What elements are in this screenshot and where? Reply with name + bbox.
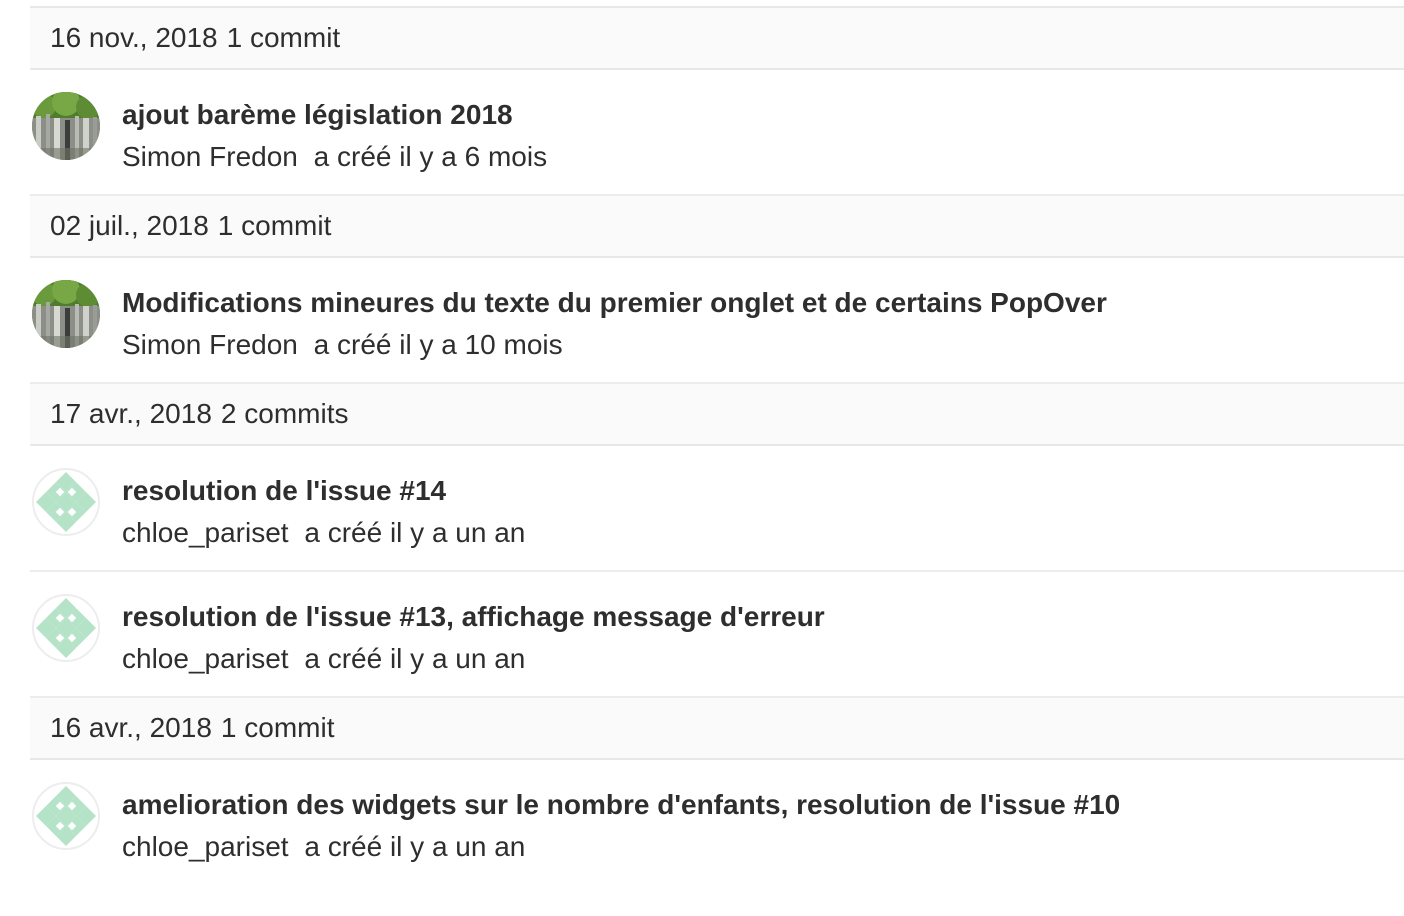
avatar[interactable] — [32, 468, 100, 536]
identicon-icon — [34, 596, 98, 660]
identicon-icon — [34, 784, 98, 848]
commit-row: amelioration des widgets sur le nombre d… — [30, 760, 1404, 886]
commit-meta: chloe_pariset a créé il y a un an — [122, 643, 525, 675]
commit-time: a créé il y a un an — [304, 517, 526, 548]
commit-row: resolution de l'issue #14 chloe_pariset … — [30, 446, 1404, 572]
day-date: 17 avr., 2018 — [50, 398, 212, 429]
commit-time: a créé il y a 6 mois — [313, 141, 548, 172]
day-header: 16 nov., 2018 1 commit — [30, 8, 1404, 70]
commit-row: Modifications mineures du texte du premi… — [30, 258, 1404, 384]
avatar[interactable] — [32, 280, 100, 348]
commit-title-link[interactable]: ajout barème législation 2018 — [122, 99, 513, 131]
day-date: 16 nov., 2018 — [50, 22, 218, 53]
commit-row: ajout barème législation 2018 Simon Fred… — [30, 70, 1404, 196]
commit-title-link[interactable]: amelioration des widgets sur le nombre d… — [122, 789, 1120, 821]
avatar[interactable] — [32, 782, 100, 850]
commit-count: 1 commit — [226, 22, 341, 53]
commit-list: 16 nov., 2018 1 commit ajout barème légi… — [30, 6, 1404, 886]
commit-count: 2 commits — [220, 398, 349, 429]
commit-author-link[interactable]: chloe_pariset — [122, 831, 289, 862]
user-photo-icon — [32, 92, 100, 160]
commit-meta: chloe_pariset a créé il y a un an — [122, 517, 525, 549]
commit-author-link[interactable]: chloe_pariset — [122, 517, 289, 548]
commit-title-link[interactable]: resolution de l'issue #14 — [122, 475, 446, 507]
day-date: 16 avr., 2018 — [50, 712, 212, 743]
commit-author-link[interactable]: chloe_pariset — [122, 643, 289, 674]
user-photo-icon — [32, 280, 100, 348]
commit-author-link[interactable]: Simon Fredon — [122, 141, 298, 172]
identicon-icon — [34, 470, 98, 534]
commit-time: a créé il y a un an — [304, 831, 526, 862]
commit-title-link[interactable]: Modifications mineures du texte du premi… — [122, 287, 1107, 319]
avatar[interactable] — [32, 594, 100, 662]
commit-count: 1 commit — [217, 210, 332, 241]
day-header: 17 avr., 2018 2 commits — [30, 384, 1404, 446]
day-date: 02 juil., 2018 — [50, 210, 209, 241]
avatar[interactable] — [32, 92, 100, 160]
commit-row: resolution de l'issue #13, affichage mes… — [30, 572, 1404, 698]
commit-meta: Simon Fredon a créé il y a 6 mois — [122, 141, 547, 173]
day-header: 02 juil., 2018 1 commit — [30, 196, 1404, 258]
commit-author-link[interactable]: Simon Fredon — [122, 329, 298, 360]
commit-title-link[interactable]: resolution de l'issue #13, affichage mes… — [122, 601, 825, 633]
commit-count: 1 commit — [220, 712, 335, 743]
commit-meta: chloe_pariset a créé il y a un an — [122, 831, 525, 863]
commit-meta: Simon Fredon a créé il y a 10 mois — [122, 329, 563, 361]
commit-time: a créé il y a 10 mois — [313, 329, 563, 360]
day-header: 16 avr., 2018 1 commit — [30, 698, 1404, 760]
commit-time: a créé il y a un an — [304, 643, 526, 674]
